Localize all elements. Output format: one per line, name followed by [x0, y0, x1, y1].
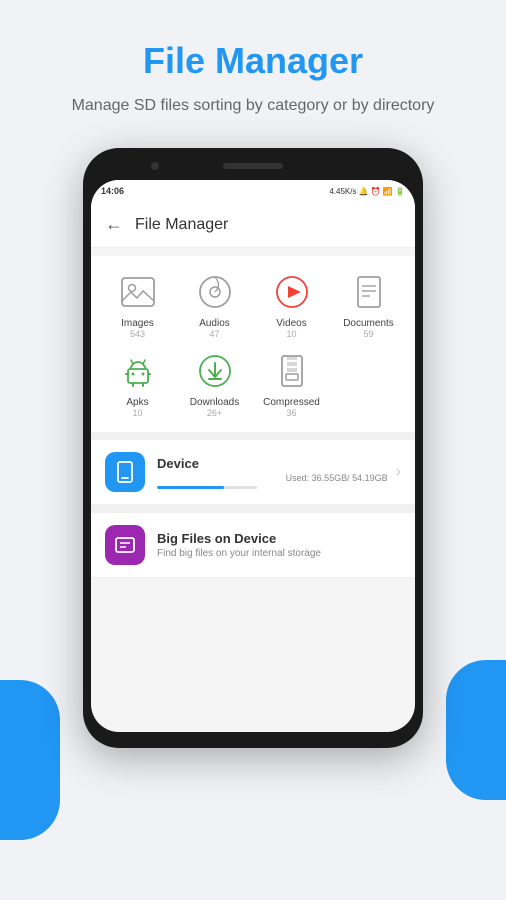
status-right: 4.45K/s 🔔 ⏰ 📶 🔋	[329, 187, 405, 196]
category-section: Images 543	[91, 256, 415, 432]
device-icon-wrap	[105, 452, 145, 492]
app-title: File Manager	[20, 40, 486, 82]
images-icon	[119, 273, 157, 311]
videos-label: Videos	[276, 318, 306, 329]
audios-count: 47	[209, 329, 219, 339]
back-button[interactable]: ←	[105, 214, 123, 235]
videos-count: 10	[286, 329, 296, 339]
videos-icon-wrap	[270, 270, 314, 314]
downloads-icon	[196, 352, 234, 390]
big-files-icon	[113, 533, 137, 557]
audios-icon	[196, 273, 234, 311]
compressed-count: 36	[286, 408, 296, 418]
images-label: Images	[121, 318, 154, 329]
downloads-count: 26+	[207, 408, 222, 418]
documents-label: Documents	[343, 318, 394, 329]
category-row-2: Apks 10	[99, 349, 407, 418]
videos-icon	[273, 273, 311, 311]
phone-camera	[151, 162, 159, 170]
big-files-title: Big Files on Device	[157, 531, 401, 546]
bg-decoration-right	[446, 660, 506, 800]
category-compressed[interactable]: Compressed 36	[257, 349, 327, 418]
status-time: 14:06	[101, 186, 124, 196]
device-arrow-icon: ›	[396, 463, 401, 481]
device-title: Device	[157, 456, 388, 471]
status-bar: 14:06 4.45K/s 🔔 ⏰ 📶 🔋	[91, 180, 415, 202]
category-images[interactable]: Images 543	[103, 270, 173, 339]
divider-2	[91, 505, 415, 513]
images-icon-wrap	[116, 270, 160, 314]
category-videos[interactable]: Videos 10	[257, 270, 327, 339]
downloads-icon-wrap	[193, 349, 237, 393]
big-files-info: Big Files on Device Find big files on yo…	[157, 531, 401, 559]
documents-icon-wrap	[347, 270, 391, 314]
device-progress-fill	[157, 486, 224, 489]
apks-icon	[119, 352, 157, 390]
big-files-item[interactable]: Big Files on Device Find big files on yo…	[91, 513, 415, 578]
compressed-icon-wrap	[270, 349, 314, 393]
category-row-1: Images 543	[99, 270, 407, 339]
header-area: File Manager Manage SD files sorting by …	[0, 0, 506, 138]
content-area: Images 543	[91, 248, 415, 578]
phone-top-bar	[91, 156, 415, 176]
device-info: Device Used: 36.55GB/ 54.19GB	[157, 456, 388, 489]
category-downloads[interactable]: Downloads 26+	[180, 349, 250, 418]
apks-label: Apks	[126, 397, 148, 408]
device-usage: Used: 36.55GB/ 54.19GB	[157, 473, 388, 483]
device-progress-bar	[157, 486, 257, 489]
downloads-label: Downloads	[190, 397, 239, 408]
bg-decoration-left	[0, 680, 60, 840]
status-speed: 4.45K/s	[329, 187, 356, 196]
compressed-icon	[273, 352, 311, 390]
phone-speaker	[223, 163, 283, 169]
phone-mockup: 14:06 4.45K/s 🔔 ⏰ 📶 🔋 ← File Manager	[83, 148, 423, 748]
device-icon	[113, 460, 137, 484]
phone-screen: 14:06 4.45K/s 🔔 ⏰ 📶 🔋 ← File Manager	[91, 180, 415, 732]
phone-body: 14:06 4.45K/s 🔔 ⏰ 📶 🔋 ← File Manager	[83, 148, 423, 748]
app-subtitle: Manage SD files sorting by category or b…	[20, 94, 486, 118]
big-files-subtitle: Find big files on your internal storage	[157, 548, 401, 559]
compressed-label: Compressed	[263, 397, 320, 408]
apks-icon-wrap	[116, 349, 160, 393]
divider-1	[91, 432, 415, 440]
app-bar-title: File Manager	[135, 216, 228, 234]
apks-count: 10	[132, 408, 142, 418]
big-files-icon-wrap	[105, 525, 145, 565]
category-apks[interactable]: Apks 10	[103, 349, 173, 418]
status-icons: 🔔 ⏰ 📶 🔋	[358, 187, 405, 196]
category-documents[interactable]: Documents 59	[334, 270, 404, 339]
documents-count: 59	[363, 329, 373, 339]
images-count: 543	[130, 329, 145, 339]
audios-label: Audios	[199, 318, 230, 329]
audios-icon-wrap	[193, 270, 237, 314]
category-audios[interactable]: Audios 47	[180, 270, 250, 339]
app-bar: ← File Manager	[91, 202, 415, 248]
documents-icon	[350, 273, 388, 311]
device-storage-item[interactable]: Device Used: 36.55GB/ 54.19GB ›	[91, 440, 415, 505]
